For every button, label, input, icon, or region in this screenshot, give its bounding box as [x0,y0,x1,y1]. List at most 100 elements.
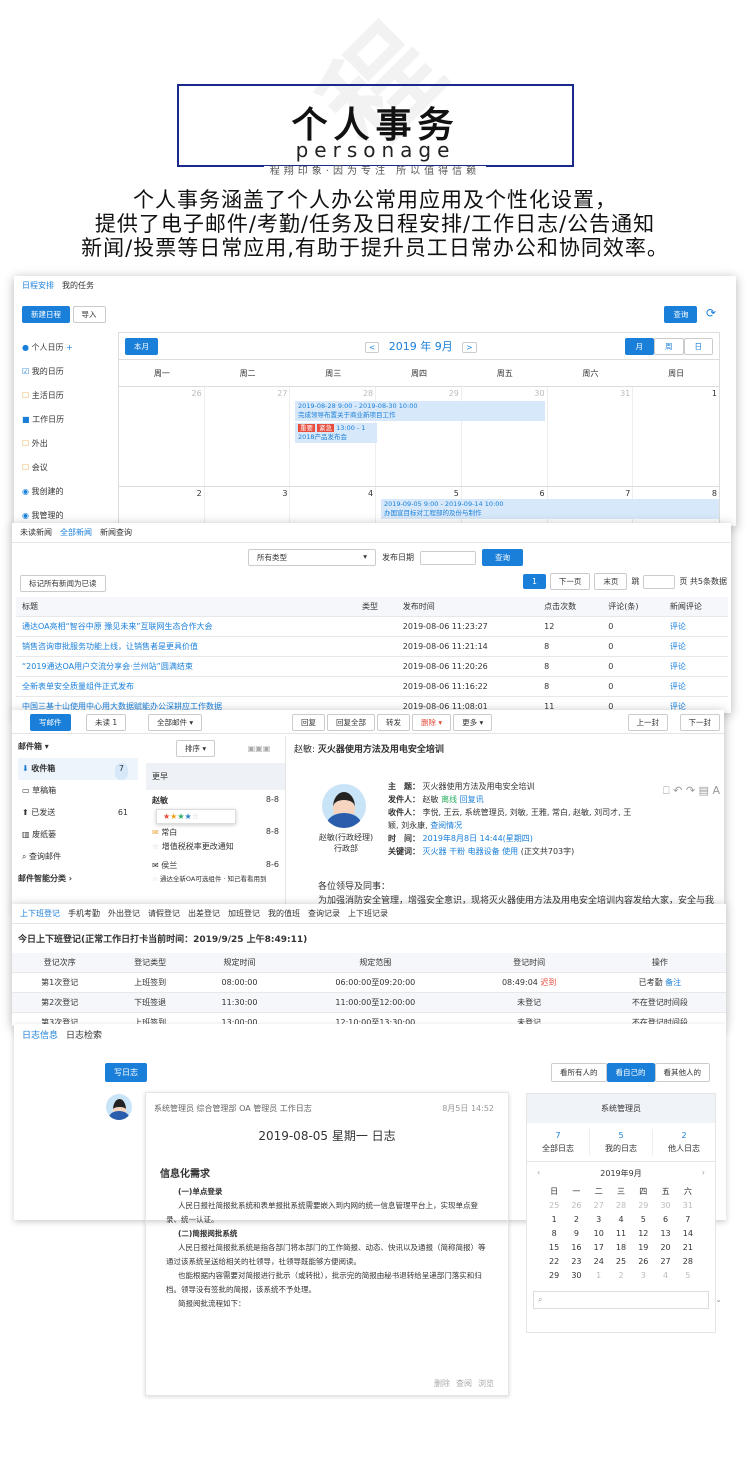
cal-day[interactable]: 14 [677,1227,699,1241]
folder-sent[interactable]: ⬆ 已发送 61 [18,802,138,824]
folder-drafts[interactable]: ▭ 草稿箱 [18,780,138,802]
page-number-button[interactable]: 1 [523,574,546,589]
event-item[interactable]: 2019-09-05 9:00 - 2019-09-14 10:00 办国宣目标对… [381,499,719,519]
tab-trip[interactable]: 出差登记 [188,908,220,919]
mail-list-item[interactable]: 赵敏 8-8 [146,792,285,809]
mail-subject[interactable]: ☆ 通达全新OA可选组件 · 知己看看用到 [146,873,285,883]
sidebar-item-created[interactable]: ◉ 我创建的 [22,480,112,504]
write-log-button[interactable]: 写日志 [105,1063,147,1082]
cal-day[interactable]: 9 [565,1227,587,1241]
cal-day[interactable]: 17 [588,1241,610,1255]
tab-out[interactable]: 外出登记 [108,908,140,919]
news-title[interactable]: 销售咨询审批服务功能上线，让销售者是更具价值 [16,636,356,657]
cal-day[interactable]: 12 [632,1227,654,1241]
mail-list-item[interactable]: ✉ 侯兰 8-6 [146,852,285,873]
day-cell[interactable]: 3 [205,487,291,526]
view-toggle-icon[interactable]: ▣▣▣ [248,744,271,753]
folder-inbox[interactable]: ⬇ 收件箱 7 [18,758,138,780]
tab-all-news[interactable]: 全部新闻 [60,527,92,538]
sidebar-item-out[interactable]: ☐ 外出 [22,432,112,456]
type-select[interactable]: 所有类型 ▾ [248,549,376,566]
cal-day[interactable]: 16 [565,1241,587,1255]
log-view[interactable]: 查阅 [456,1378,472,1389]
filter-mine-button[interactable]: 看自己的 [606,1063,655,1082]
folder-search[interactable]: ⌕ 查询邮件 [18,846,138,868]
cal-day[interactable]: 26 [565,1199,587,1213]
cal-day[interactable]: 2 [565,1213,587,1227]
star-rating[interactable]: ★★★★☆ [156,809,236,824]
tab-query[interactable]: 查询记录 [308,908,340,919]
cal-day[interactable]: 31 [677,1199,699,1213]
import-button[interactable]: 导入 [72,306,106,323]
day-cell[interactable]: 1 [633,387,719,486]
log-delete[interactable]: 删除 [434,1378,450,1389]
table-row[interactable]: 全新表单安全质量组件正式发布 2019-08-06 11:16:22 8 0 评论 [16,676,728,697]
day-cell[interactable]: 2 [119,487,205,526]
prev-month-icon[interactable]: ‹ [537,1168,540,1179]
day-cell[interactable]: 4 [290,487,377,526]
page-jump-input[interactable] [643,574,676,589]
cal-day[interactable]: 6 [654,1213,676,1227]
tab-news-query[interactable]: 新闻查询 [100,527,132,538]
cal-day[interactable]: 5 [677,1269,699,1283]
tab-my-task[interactable]: 我的任务 [62,280,94,291]
mail-subject[interactable]: ☆ 增值税税率更改通知 [146,841,285,852]
cal-day[interactable]: 26 [632,1255,654,1269]
tab-mobile[interactable]: 手机考勤 [68,908,100,919]
filter-all-button[interactable]: 看所有人的 [551,1063,607,1082]
tab-attendance[interactable]: 上下班登记 [20,908,60,919]
tab-records[interactable]: 上下班记录 [348,908,388,919]
cal-day[interactable]: 23 [565,1255,587,1269]
table-row[interactable]: 销售咨询审批服务功能上线，让销售者是更具价值 2019-08-06 11:21:1… [16,636,728,657]
tab-log-search[interactable]: 日志检索 [66,1028,102,1041]
refresh-icon[interactable]: ⟳ [706,306,716,320]
this-month-button[interactable]: 本月 [125,338,158,355]
chevron-down-icon[interactable]: ⌄ [715,1292,722,1308]
write-mail-button[interactable]: 写邮件 [30,714,71,731]
cal-day[interactable]: 3 [632,1269,654,1283]
cal-day[interactable]: 29 [543,1269,565,1283]
news-query-button[interactable]: 查询 [482,549,523,566]
cal-day[interactable]: 21 [677,1241,699,1255]
table-row[interactable]: “2019通达OA用户交流分享会·兰州站”圆满结束 2019-08-06 11:2… [16,656,728,677]
event-item[interactable]: 2019-08-28 9:00 - 2019-08-30 10:00 完成领导布置… [295,401,545,421]
folders-title[interactable]: 邮件箱 ▾ [18,736,138,758]
query-button[interactable]: 查询 [664,306,698,323]
day-cell[interactable]: 31 [548,387,634,486]
cal-day[interactable]: 11 [610,1227,632,1241]
news-title[interactable]: 全新表单安全质量组件正式发布 [16,676,356,697]
cal-day[interactable]: 1 [588,1269,610,1283]
last-page-button[interactable]: 末页 [594,573,628,590]
log-search-input[interactable]: ⌕ ⌄ [533,1291,722,1309]
sidebar-item-work[interactable]: ■ 工作日历 [22,408,112,432]
cal-day[interactable]: 20 [654,1241,676,1255]
forward-button[interactable]: 转发 [377,714,410,731]
date-input[interactable] [420,550,476,565]
cal-day[interactable]: 7 [677,1213,699,1227]
cal-day[interactable]: 3 [588,1213,610,1227]
cal-day[interactable]: 30 [565,1269,587,1283]
receiver-status-link[interactable]: 查阅情况 [430,821,462,830]
cal-day[interactable]: 8 [543,1227,565,1241]
day-cell[interactable]: 26 [119,387,205,486]
news-title[interactable]: “2019通达OA用户交流分享会·兰州站”圆满结束 [16,656,356,677]
news-title[interactable]: 通达OA亮相“智谷中原 豫见未来”互联网生态合作大会 [16,616,356,637]
cal-day[interactable]: 19 [632,1241,654,1255]
view-day-button[interactable]: 日 [683,338,713,355]
sender-action[interactable]: 回复讯 [460,795,484,804]
cal-day[interactable]: 5 [632,1213,654,1227]
cal-day[interactable]: 28 [610,1199,632,1213]
cal-day[interactable]: 4 [610,1213,632,1227]
stat-mine[interactable]: 5 我的日志 [590,1129,653,1155]
cal-day[interactable]: 27 [654,1255,676,1269]
reply-button[interactable]: 回复 [292,714,325,731]
remark-link[interactable]: 备注 [665,978,681,987]
comment-link[interactable]: 评论 [663,636,728,657]
column-header[interactable]: 发布时间 [396,597,539,617]
mark-all-read-button[interactable]: 标记所有新闻为已读 [20,575,106,592]
stat-all[interactable]: 7 全部日志 [527,1129,590,1155]
all-mail-filter-button[interactable]: 全部邮件 ▾ [148,714,203,731]
more-button[interactable]: 更多 ▾ [453,714,493,731]
cal-day[interactable]: 24 [588,1255,610,1269]
cal-day[interactable]: 15 [543,1241,565,1255]
